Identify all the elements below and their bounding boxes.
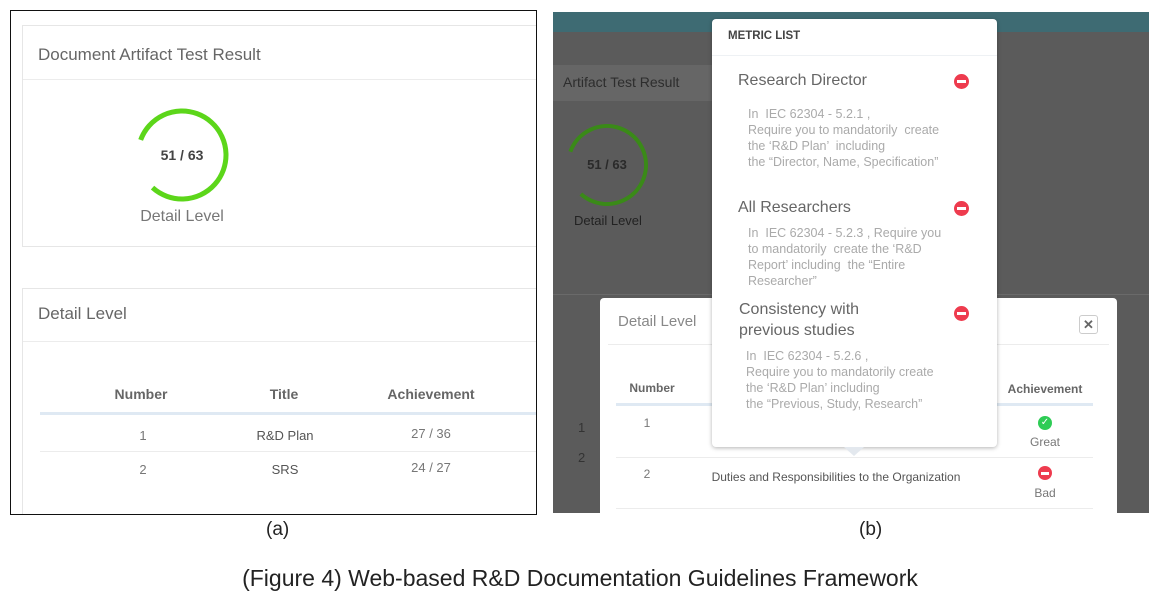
row-title: Duties and Responsibilities to the Organ… (711, 470, 961, 484)
card-title: Document Artifact Test Result (38, 45, 261, 64)
row-title: R&D Plan (256, 428, 314, 443)
detail-card: Detail Level Number Title Achievement 1 … (22, 288, 536, 514)
metric-name: Consistency with previous studies (739, 301, 860, 339)
row-number: 1 (643, 416, 651, 430)
minus-icon (1038, 466, 1052, 480)
divider (23, 341, 536, 342)
row-status: Great (1029, 435, 1061, 449)
row-number: 1 (139, 428, 147, 443)
header-divider (40, 412, 536, 415)
gauge-label: Detail Level (574, 213, 642, 228)
row-achievement: 27 / 36 (411, 426, 451, 441)
check-icon: ✓ (1038, 416, 1052, 430)
metric-description: In IEC 62304 - 5.2.3 , Require you to ma… (748, 226, 942, 288)
metric-list-popover: METRIC LIST Research Director In IEC 623… (712, 19, 997, 447)
metric-name: Research Director (738, 72, 867, 89)
result-card: Document Artifact Test Result 51 / 63 De… (22, 25, 536, 247)
gauge-value: 51 / 63 (587, 157, 627, 172)
figure-caption: (Figure 4) Web-based R&D Documentation G… (242, 565, 918, 591)
divider (712, 55, 997, 56)
remove-metric-icon[interactable] (954, 306, 969, 321)
divider (23, 79, 536, 80)
panel-a: Document Artifact Test Result 51 / 63 De… (10, 10, 537, 515)
panel-b-label: (b) (859, 519, 883, 540)
row-divider (40, 451, 536, 452)
row-number: 2 (643, 467, 651, 481)
metric-name: All Researchers (738, 199, 851, 216)
column-header[interactable]: Title (270, 386, 299, 402)
row-number: 2 (578, 450, 586, 465)
row-achievement: 24 / 27 (411, 460, 451, 475)
row-divider (616, 508, 1093, 509)
metric-description: In IEC 62304 - 5.2.6 , Require you to ma… (746, 349, 934, 411)
gauge-value: 51 / 63 (160, 147, 204, 163)
row-title: SRS (271, 462, 299, 477)
column-header[interactable]: Number (629, 381, 674, 395)
row-status: Bad (1034, 486, 1056, 500)
metric-description: In IEC 62304 - 5.2.1 , Require you to ma… (748, 107, 940, 169)
card-title: Detail Level (38, 304, 127, 323)
panel-a-label: (a) (266, 519, 290, 540)
modal-title: Detail Level (618, 313, 697, 330)
column-header[interactable]: Achievement (387, 386, 474, 402)
panel-b: Artifact Test Result 51 / 63 Detail Leve… (553, 12, 1149, 513)
background-title: Artifact Test Result (563, 74, 680, 90)
popover-arrow (844, 447, 864, 456)
popover-title: METRIC LIST (728, 30, 801, 42)
close-icon[interactable]: ✕ (1079, 315, 1098, 334)
remove-metric-icon[interactable] (954, 74, 969, 89)
gauge-label: Detail Level (140, 208, 224, 225)
row-number: 1 (578, 420, 586, 435)
column-header[interactable]: Number (115, 386, 168, 402)
row-divider (616, 457, 1093, 458)
remove-metric-icon[interactable] (954, 201, 969, 216)
column-header[interactable]: Achievement (1008, 382, 1083, 396)
row-number: 2 (139, 462, 147, 477)
